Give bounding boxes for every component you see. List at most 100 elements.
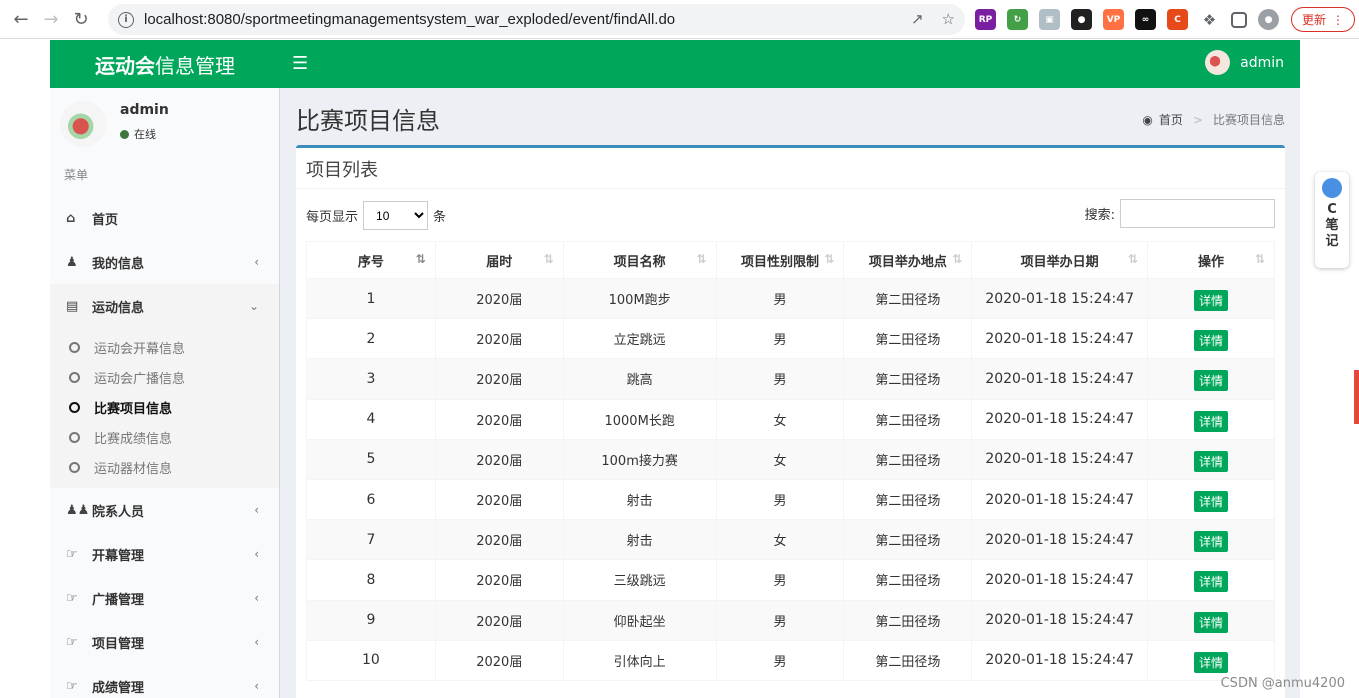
table-search: 搜索: (1085, 199, 1275, 228)
chevron-left-icon: ‹ (254, 635, 259, 649)
sort-icon: ⇅ (824, 252, 835, 266)
detail-button[interactable]: 详情 (1194, 611, 1229, 633)
breadcrumb-home[interactable]: 首页 (1159, 111, 1183, 128)
table-cell: 2020-01-18 15:24:47 (971, 599, 1149, 641)
table-cell: 9 (306, 599, 436, 641)
sidebar-item-home[interactable]: ⌂ 首页 (50, 196, 279, 240)
info-icon[interactable]: i (118, 11, 134, 28)
circle-icon (69, 401, 80, 413)
column-header[interactable]: 项目性别限制 ⇅ (715, 241, 845, 279)
extension-sync-icon[interactable]: ↻ (1007, 9, 1028, 30)
detail-button[interactable]: 详情 (1194, 290, 1229, 312)
address-bar[interactable]: i localhost:8080/sportmeetingmanagements… (108, 4, 965, 35)
users-icon: ♟♟ (66, 502, 90, 518)
csdn-note-widget[interactable]: C 笔 记 (1315, 172, 1349, 268)
share-icon[interactable]: ↗ (911, 10, 924, 28)
table-row: 8 2020届 三级跳远男第二田径场 2020-01-18 15:24:47 详情 (306, 559, 1275, 601)
table-cell: 2020-01-18 15:24:47 (971, 358, 1149, 400)
logo[interactable]: 运动会 信息管理 (50, 40, 280, 88)
table-body: 1 2020届 100M跑步男第二田径场 2020-01-18 15:24:47 详情 2… (306, 277, 1275, 681)
reload-icon[interactable]: ↻ (66, 4, 96, 34)
sidebar-subitem-opening[interactable]: 运动会开幕信息 (50, 332, 279, 362)
column-header[interactable]: 序号 ⇅ (306, 241, 436, 279)
browser-toolbar: ← → ↻ i localhost:8080/sportmeetingmanag… (0, 0, 1359, 39)
circle-icon (69, 371, 80, 383)
sidebar-item-departments[interactable]: ♟♟ 院系人员 ‹ (50, 488, 279, 532)
sidebar: admin 在线 菜单 ⌂ 首页 ♟ 我的信息 ‹ ▤ 运动信息 ⌄ 运动会开幕… (50, 88, 280, 698)
table-cell: 详情 (1147, 559, 1275, 601)
table-cell: 女 (715, 438, 845, 480)
sidebar-item-opening-mgmt[interactable]: ☞ 开幕管理 ‹ (50, 532, 279, 576)
sidebar-subitem-broadcast[interactable]: 运动会广播信息 (50, 362, 279, 392)
column-header[interactable]: 项目举办日期 ⇅ (971, 241, 1149, 279)
extension-image-icon[interactable]: ▣ (1039, 9, 1060, 30)
page-length-select[interactable]: 10 (363, 201, 429, 230)
column-header[interactable]: 届时 ⇅ (434, 241, 564, 279)
puzzle-icon[interactable]: ❖ (1199, 9, 1220, 30)
extension-vpn-icon[interactable]: VP (1103, 9, 1124, 30)
detail-button[interactable]: 详情 (1194, 410, 1229, 432)
hamburger-icon[interactable]: ☰ (292, 53, 308, 74)
breadcrumb-current: 比赛项目信息 (1212, 113, 1285, 127)
detail-button[interactable]: 详情 (1194, 370, 1229, 392)
detail-button[interactable]: 详情 (1194, 531, 1229, 553)
table-cell: 详情 (1147, 519, 1275, 561)
table-cell: 男 (715, 318, 845, 360)
table-cell: 2020届 (434, 318, 564, 360)
table-row: 1 2020届 100M跑步男第二田径场 2020-01-18 15:24:47 详情 (306, 277, 1275, 320)
detail-button[interactable]: 详情 (1194, 491, 1229, 513)
table-cell: 男 (715, 599, 845, 641)
table-row: 3 2020届 跳高男第二田径场 2020-01-18 15:24:47 详情 (306, 358, 1275, 400)
detail-button[interactable]: 详情 (1194, 330, 1229, 352)
chevron-left-icon: ‹ (254, 503, 259, 517)
avatar (1205, 50, 1231, 75)
column-header[interactable]: 操作 ⇅ (1147, 241, 1275, 279)
extension-c-icon[interactable]: C (1167, 9, 1188, 30)
extension-infinity-icon[interactable]: ∞ (1135, 9, 1156, 30)
update-button[interactable]: 更新 ⋮ (1291, 7, 1355, 32)
sidebar-item-sports-info[interactable]: ▤ 运动信息 ⌄ (50, 284, 279, 328)
sidebar-item-broadcast-mgmt[interactable]: ☞ 广播管理 ‹ (50, 576, 279, 620)
avatar (60, 101, 106, 147)
table-cell: 1 (306, 277, 436, 320)
detail-button[interactable]: 详情 (1194, 651, 1229, 673)
sidebar-subitem-results[interactable]: 比赛成绩信息 (50, 422, 279, 452)
user-panel: admin 在线 (50, 88, 279, 154)
sort-icon: ⇅ (696, 252, 707, 266)
table-cell: 第二田径场 (843, 639, 973, 681)
sidebar-subitem-equipment[interactable]: 运动器材信息 (50, 452, 279, 482)
scrollbar-marker[interactable] (1354, 370, 1359, 424)
menu-header: 菜单 (64, 168, 89, 182)
chevron-left-icon: ‹ (254, 679, 259, 693)
sidebar-item-event-mgmt[interactable]: ☞ 项目管理 ‹ (50, 620, 279, 664)
column-header[interactable]: 项目名称 ⇅ (562, 241, 717, 279)
sidebar-subitem-events[interactable]: 比赛项目信息 (50, 392, 279, 422)
user-menu[interactable]: admin (1205, 50, 1284, 75)
forward-icon[interactable]: → (36, 4, 66, 34)
sidepanel-icon[interactable] (1231, 11, 1247, 28)
profile-icon[interactable]: ● (1258, 9, 1279, 30)
table-cell: 3 (306, 358, 436, 400)
sort-icon: ⇅ (543, 252, 554, 266)
table-cell: 2 (306, 318, 436, 360)
table-cell: 7 (306, 519, 436, 561)
search-input[interactable] (1120, 199, 1275, 228)
table-row: 2 2020届 立定跳远男第二田径场 2020-01-18 15:24:47 详情 (306, 318, 1275, 360)
table-cell: 2020届 (434, 277, 564, 320)
detail-button[interactable]: 详情 (1194, 571, 1229, 593)
extension-rp-icon[interactable]: RP (975, 9, 996, 30)
column-header[interactable]: 项目举办地点 ⇅ (843, 241, 973, 279)
back-icon[interactable]: ← (6, 4, 36, 34)
table-cell: 第二田径场 (843, 559, 973, 601)
home-icon: ⌂ (66, 210, 76, 226)
table-cell: 男 (715, 358, 845, 400)
extension-face-icon[interactable]: ● (1071, 9, 1092, 30)
table-cell: 2020-01-18 15:24:47 (971, 519, 1149, 561)
star-icon[interactable]: ☆ (942, 10, 955, 28)
table-cell: 2020-01-18 15:24:47 (971, 639, 1149, 681)
sidebar-item-my-info[interactable]: ♟ 我的信息 ‹ (50, 240, 279, 284)
detail-button[interactable]: 详情 (1194, 450, 1229, 472)
url-text[interactable]: localhost:8080/sportmeetingmanagementsys… (144, 11, 675, 28)
online-status: 在线 (120, 126, 156, 142)
sidebar-item-score-mgmt[interactable]: ☞ 成绩管理 ‹ (50, 664, 279, 698)
